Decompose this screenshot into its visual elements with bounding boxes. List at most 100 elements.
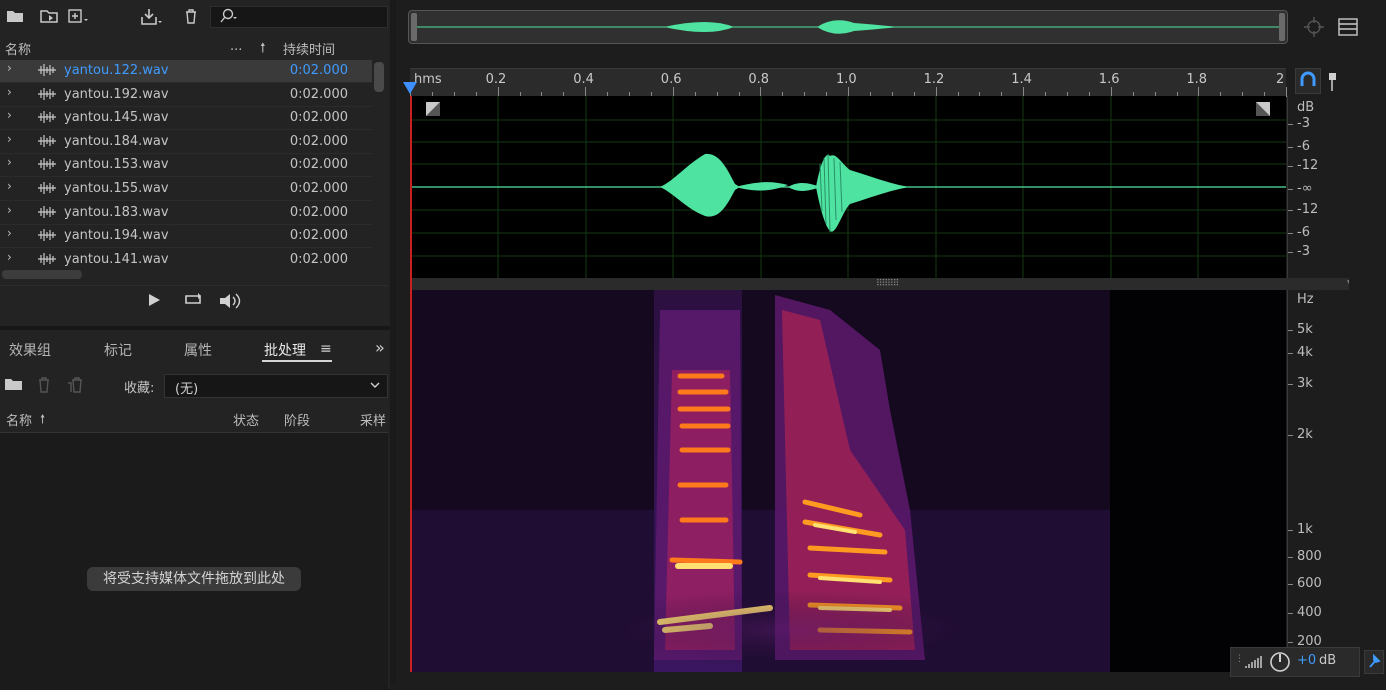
- file-row[interactable]: › yantou.192.wav 0:02.000: [0, 84, 372, 107]
- import-file-icon[interactable]: [38, 8, 60, 28]
- ruler-tick-label: 0.4: [573, 72, 594, 87]
- ruler-tick-label: 1.2: [923, 72, 945, 87]
- ruler-tick-label: 0.6: [660, 72, 682, 87]
- column-stage[interactable]: 阶段: [284, 410, 310, 429]
- file-name: yantou.184.wav: [64, 133, 169, 149]
- file-row[interactable]: › yantou.183.wav 0:02.000: [0, 202, 372, 225]
- file-row[interactable]: › yantou.153.wav 0:02.000: [0, 154, 372, 178]
- file-name: yantou.183.wav: [64, 204, 169, 220]
- file-duration: 0:02.000: [289, 204, 348, 220]
- db-tick-label: -6: [1288, 225, 1310, 240]
- expand-panels-icon[interactable]: »: [375, 338, 385, 357]
- open-folder-icon[interactable]: [4, 376, 24, 396]
- level-unit: dB: [1319, 653, 1337, 668]
- playhead-marker[interactable]: [403, 82, 417, 94]
- favorites-select[interactable]: (无): [164, 374, 388, 398]
- trash-icon[interactable]: [36, 376, 52, 398]
- ruler-tick-label: 1.0: [836, 72, 857, 87]
- tab-properties[interactable]: 属性: [184, 340, 212, 360]
- column-sample[interactable]: 采样: [360, 410, 386, 429]
- panel-list-icon[interactable]: [1338, 18, 1358, 40]
- column-name[interactable]: 名称: [5, 39, 31, 58]
- batch-drop-area[interactable]: 将受支持媒体文件拖放到此处: [0, 432, 388, 690]
- spectral-display[interactable]: [410, 290, 1286, 672]
- volume-knob-icon[interactable]: [1269, 651, 1291, 677]
- file-list-hscrollbar[interactable]: [2, 270, 82, 279]
- sort-up-icon[interactable]: 🠕: [40, 410, 45, 431]
- chevron-right-icon[interactable]: ›: [7, 61, 12, 75]
- chevron-down-icon: [369, 377, 381, 397]
- fade-out-handle[interactable]: [1256, 102, 1270, 116]
- file-row[interactable]: › yantou.141.wav 0:02.000: [0, 249, 372, 268]
- audio-file-icon: [37, 228, 57, 242]
- file-name: yantou.141.wav: [64, 251, 169, 267]
- overview-waveform: [411, 13, 1285, 41]
- view-splitter[interactable]: ⠿⠿⠿⠿ ▼: [410, 278, 1386, 290]
- scrollbar-strip[interactable]: [1349, 96, 1386, 656]
- chevron-right-icon[interactable]: ›: [7, 203, 12, 217]
- chevron-right-icon[interactable]: ›: [7, 226, 12, 240]
- audio-file-icon: [37, 87, 57, 101]
- waveform-graph: [410, 96, 1286, 278]
- audio-file-icon: [37, 110, 57, 124]
- zoom-target-icon[interactable]: [1303, 16, 1325, 42]
- overview-navigator[interactable]: [408, 10, 1288, 44]
- chevron-right-icon[interactable]: ›: [7, 132, 12, 146]
- db-unit: dB: [1297, 100, 1315, 115]
- pin-hud-icon[interactable]: [1364, 650, 1384, 674]
- file-row[interactable]: › yantou.194.wav 0:02.000: [0, 225, 372, 249]
- audio-file-icon: [37, 157, 57, 171]
- loop-icon[interactable]: [183, 292, 205, 312]
- column-status[interactable]: 状态: [233, 410, 259, 429]
- hz-tick-label: 3k: [1288, 376, 1313, 391]
- file-duration: 0:02.000: [289, 63, 348, 78]
- new-file-icon[interactable]: [68, 8, 90, 28]
- column-menu[interactable]: ...: [230, 39, 242, 54]
- drop-hint: 将受支持媒体文件拖放到此处: [87, 567, 301, 591]
- amplitude-hud[interactable]: ⋮ +0 dB: [1230, 647, 1360, 677]
- clear-all-icon[interactable]: [66, 376, 88, 398]
- fade-in-handle[interactable]: [426, 102, 440, 116]
- file-duration: 0:02.000: [289, 157, 348, 173]
- snap-magnet-icon[interactable]: [1295, 68, 1321, 94]
- panel-menu-icon[interactable]: ≡: [320, 341, 332, 357]
- preview-transport: [0, 285, 388, 322]
- file-name: yantou.153.wav: [64, 157, 169, 173]
- column-duration[interactable]: 持续时间: [283, 39, 335, 58]
- volume-icon[interactable]: [218, 292, 244, 314]
- chevron-right-icon[interactable]: ›: [7, 179, 12, 193]
- file-list-scrollbar[interactable]: [374, 62, 384, 92]
- save-export-icon[interactable]: [140, 8, 162, 28]
- waveform-display[interactable]: [410, 96, 1286, 278]
- file-row[interactable]: › yantou.122.wav 0:02.000: [0, 60, 372, 83]
- marker-pin-icon[interactable]: [1327, 72, 1339, 96]
- time-ruler[interactable]: hms 0.2 0.4 0.6 0.8 1.0 1.2 1.4 1.6 1.8 2: [410, 68, 1287, 97]
- audio-file-icon: [37, 181, 57, 195]
- level-value[interactable]: +0: [1297, 653, 1316, 668]
- trash-icon[interactable]: [180, 8, 202, 28]
- open-folder-icon[interactable]: [4, 8, 26, 28]
- db-scale: dB -3 -6 -12 -∞ -12 -6 -3: [1287, 96, 1350, 280]
- search-icon: [219, 8, 239, 28]
- tab-batch[interactable]: 批处理: [264, 340, 306, 360]
- hud-grip-icon[interactable]: ⋮: [1235, 654, 1244, 664]
- search-input[interactable]: [210, 6, 388, 28]
- chevron-right-icon[interactable]: ›: [7, 108, 12, 122]
- splitter-grip-icon[interactable]: ⠿⠿⠿⠿: [876, 279, 899, 289]
- chevron-right-icon[interactable]: ›: [7, 250, 12, 264]
- hz-tick-label: 5k: [1288, 322, 1313, 337]
- file-row[interactable]: › yantou.184.wav 0:02.000: [0, 131, 372, 154]
- tab-effects-group[interactable]: 效果组: [9, 340, 51, 360]
- file-row[interactable]: › yantou.145.wav 0:02.000: [0, 107, 372, 131]
- file-row[interactable]: › yantou.155.wav 0:02.000: [0, 178, 372, 201]
- sort-up-icon[interactable]: 🠕: [260, 39, 266, 61]
- audio-file-icon: [37, 63, 57, 77]
- file-list-header: 名称 ... 🠕 持续时间: [0, 36, 388, 60]
- tab-markers[interactable]: 标记: [104, 340, 132, 360]
- chevron-right-icon[interactable]: ›: [7, 155, 12, 169]
- file-duration: 0:02.000: [289, 110, 348, 126]
- db-tick-label: -3: [1288, 244, 1310, 259]
- play-button[interactable]: [147, 292, 161, 312]
- column-name[interactable]: 名称: [6, 410, 32, 429]
- chevron-right-icon[interactable]: ›: [7, 85, 12, 99]
